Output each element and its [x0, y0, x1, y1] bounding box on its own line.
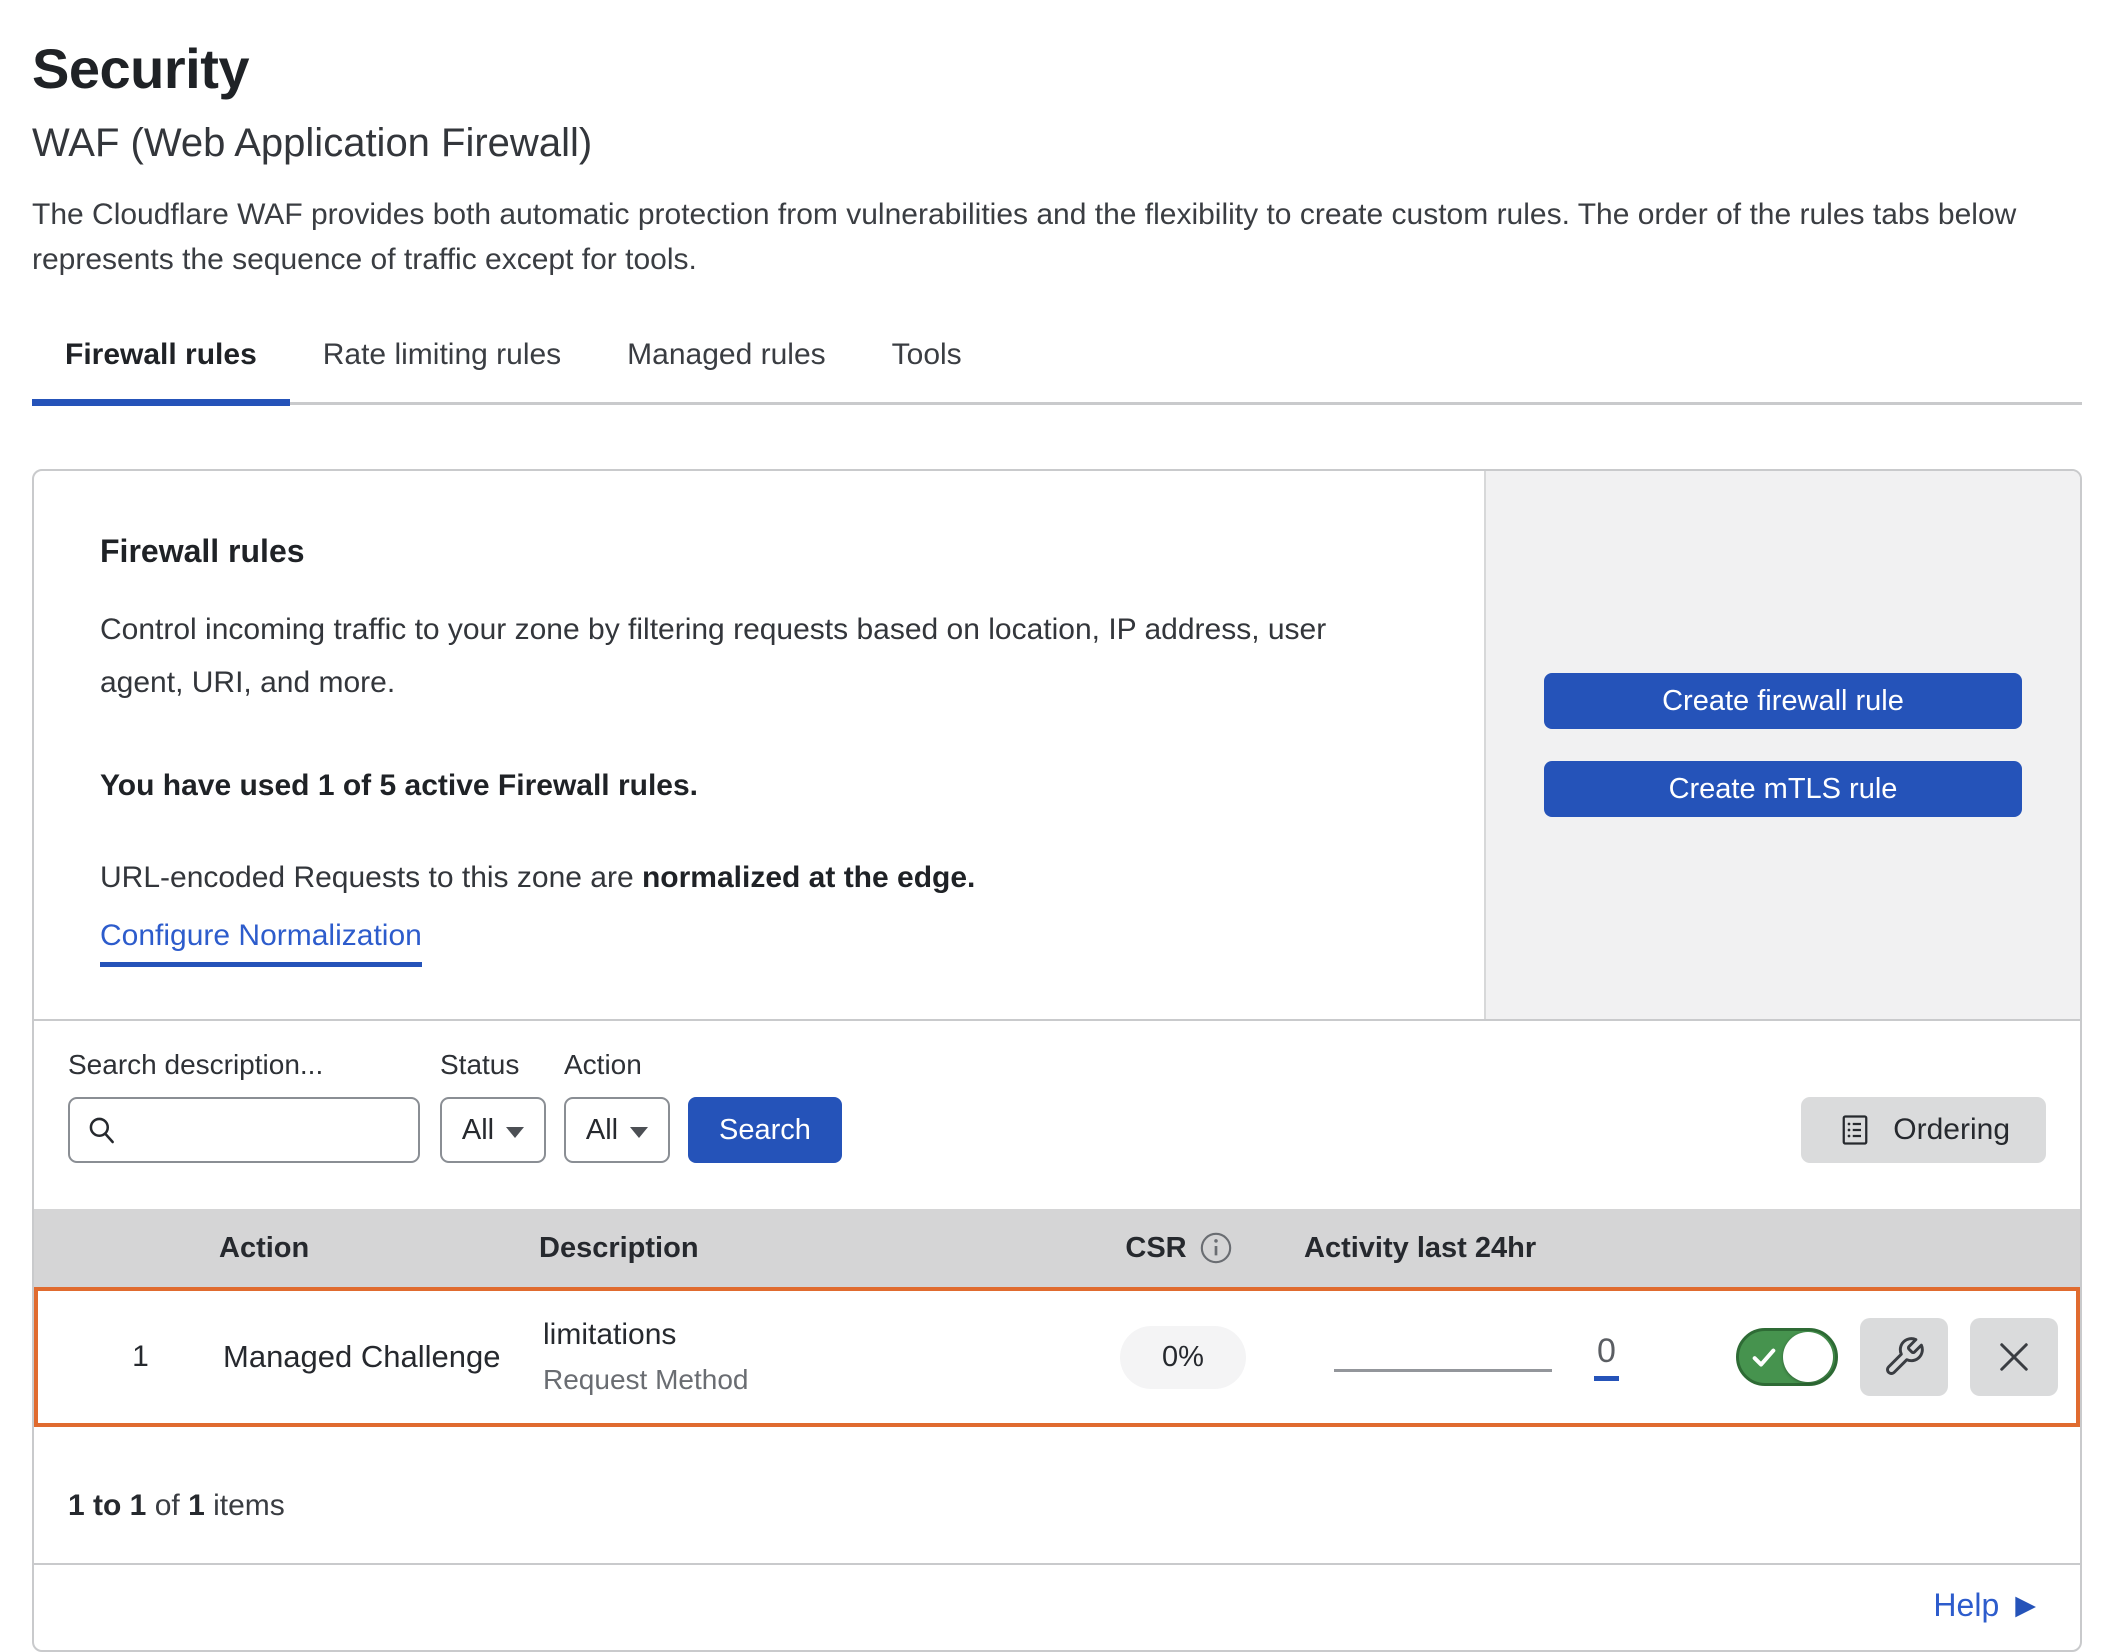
action-label: Action — [564, 1049, 670, 1081]
normalization-text: URL-encoded Requests to this zone are no… — [100, 861, 1418, 895]
action-select-value: All — [586, 1114, 618, 1147]
table-header: Action Description CSR Activity last 24h… — [34, 1209, 2080, 1287]
list-icon — [1837, 1112, 1873, 1148]
firewall-rules-info: Firewall rules Control incoming traffic … — [34, 471, 1484, 1019]
filter-bar: Search description... Status All — [34, 1021, 2080, 1209]
page-title: Security — [32, 36, 2082, 101]
activity-count-link[interactable]: 0 — [1594, 1334, 1619, 1381]
wrench-icon — [1882, 1335, 1926, 1379]
search-icon — [86, 1114, 118, 1146]
ordering-button[interactable]: Ordering — [1801, 1097, 2046, 1163]
rule-enabled-toggle[interactable] — [1736, 1328, 1838, 1386]
status-filter-group: Status All — [440, 1049, 546, 1163]
card-description: Control incoming traffic to your zone by… — [100, 604, 1410, 709]
rule-controls — [1648, 1318, 2076, 1396]
column-action: Action — [219, 1232, 539, 1265]
column-description: Description — [539, 1232, 1054, 1265]
column-csr: CSR — [1054, 1231, 1304, 1265]
edit-rule-button[interactable] — [1860, 1318, 1948, 1396]
status-label: Status — [440, 1049, 546, 1081]
tab-tools[interactable]: Tools — [859, 338, 995, 402]
search-input-box[interactable] — [68, 1097, 420, 1163]
check-icon — [1750, 1343, 1778, 1371]
column-activity: Activity last 24hr — [1304, 1232, 1644, 1265]
arrow-right-icon: ▶ — [2015, 1590, 2036, 1621]
pagination-summary: 1 to 1 of 1 items — [34, 1427, 2080, 1523]
status-select-value: All — [462, 1114, 494, 1147]
action-select[interactable]: All — [564, 1097, 670, 1163]
search-label: Search description... — [68, 1049, 420, 1081]
rule-activity: 0 — [1308, 1291, 1648, 1423]
toggle-knob — [1783, 1332, 1833, 1382]
summary-of: of — [146, 1489, 188, 1522]
rule-priority: 1 — [38, 1340, 223, 1374]
create-firewall-rule-button[interactable]: Create firewall rule — [1544, 673, 2022, 729]
search-input[interactable] — [128, 1113, 493, 1147]
help-link[interactable]: Help ▶ — [1933, 1587, 2036, 1624]
close-icon — [1993, 1336, 2035, 1378]
chevron-down-icon — [506, 1127, 524, 1138]
tab-managed-rules[interactable]: Managed rules — [594, 338, 858, 402]
normalization-bold: normalized at the edge. — [642, 861, 975, 894]
status-select[interactable]: All — [440, 1097, 546, 1163]
csr-badge: 0% — [1120, 1326, 1246, 1389]
card-top-section: Firewall rules Control incoming traffic … — [34, 471, 2080, 1021]
summary-total: 1 — [188, 1489, 205, 1522]
firewall-rules-card: Firewall rules Control incoming traffic … — [32, 469, 2082, 1652]
rule-action: Managed Challenge — [223, 1339, 543, 1375]
firewall-rule-row: 1 Managed Challenge limitations Request … — [34, 1287, 2080, 1427]
waf-tabs: Firewall rules Rate limiting rules Manag… — [32, 338, 2082, 405]
activity-sparkline — [1334, 1369, 1552, 1372]
search-button[interactable]: Search — [688, 1097, 842, 1163]
info-icon[interactable] — [1199, 1231, 1233, 1265]
search-filter-group: Search description... — [68, 1049, 420, 1163]
action-filter-group: Action All — [564, 1049, 670, 1163]
csr-label: CSR — [1125, 1232, 1186, 1265]
page-description: The Cloudflare WAF provides both automat… — [32, 192, 2082, 282]
summary-range: 1 to 1 — [68, 1489, 146, 1522]
rule-description-field: Request Method — [543, 1364, 1058, 1396]
rule-description: limitations Request Method — [543, 1318, 1058, 1396]
actions-panel: Create firewall rule Create mTLS rule — [1484, 471, 2080, 1019]
delete-rule-button[interactable] — [1970, 1318, 2058, 1396]
chevron-down-icon — [630, 1127, 648, 1138]
help-label: Help — [1933, 1587, 1999, 1624]
tab-firewall-rules[interactable]: Firewall rules — [32, 338, 290, 402]
rule-description-name: limitations — [543, 1318, 1058, 1352]
card-heading: Firewall rules — [100, 533, 1418, 570]
configure-normalization-link[interactable]: Configure Normalization — [100, 919, 422, 967]
help-row: Help ▶ — [34, 1563, 2080, 1650]
page-subtitle: WAF (Web Application Firewall) — [32, 121, 2082, 166]
summary-items: items — [205, 1489, 285, 1522]
tab-rate-limiting-rules[interactable]: Rate limiting rules — [290, 338, 594, 402]
rule-csr: 0% — [1058, 1326, 1308, 1389]
normalization-prefix: URL-encoded Requests to this zone are — [100, 861, 642, 894]
security-waf-page: Security WAF (Web Application Firewall) … — [0, 0, 2114, 1652]
create-mtls-rule-button[interactable]: Create mTLS rule — [1544, 761, 2022, 817]
ordering-button-label: Ordering — [1893, 1113, 2010, 1147]
usage-text: You have used 1 of 5 active Firewall rul… — [100, 769, 1418, 803]
